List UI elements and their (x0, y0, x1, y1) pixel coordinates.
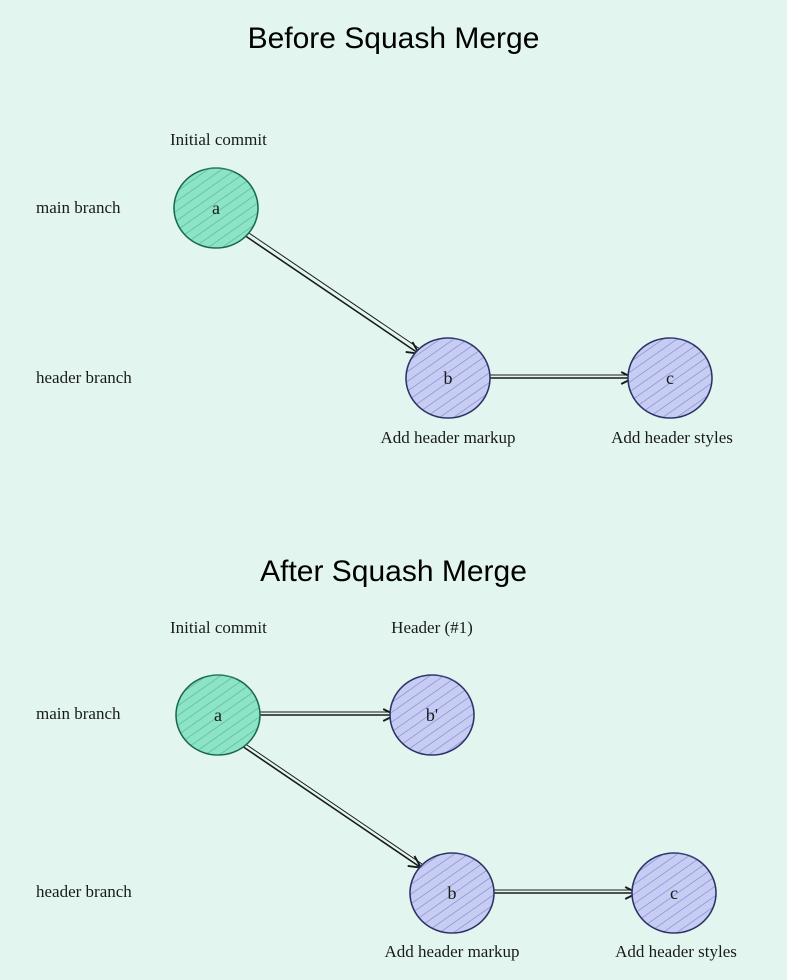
before-commit-c: c (625, 335, 714, 421)
before-edge-a-to-b (244, 231, 420, 353)
after-commit-a-label: Initial commit (170, 618, 267, 638)
after-title: After Squash Merge (0, 555, 787, 589)
before-edge-b-to-c (486, 375, 632, 378)
before-commit-b-id: b (444, 368, 453, 388)
before-title: Before Squash Merge (0, 22, 787, 56)
before-commit-a-label: Initial commit (170, 130, 267, 150)
after-edge-a-to-b (242, 743, 422, 867)
after-commit-b-label: Add header markup (384, 942, 519, 962)
after-diagram: a b' b c (0, 615, 787, 980)
after-commit-bprime-id: b' (426, 705, 438, 725)
after-commit-bprime-label: Header (#1) (391, 618, 473, 638)
after-commit-b-id: b (448, 883, 457, 903)
after-edge-b-to-c (490, 890, 636, 893)
before-commit-b: b (404, 336, 492, 420)
after-commit-a-id: a (214, 705, 222, 725)
before-commit-c-id: c (666, 368, 674, 388)
after-commit-a: a (175, 674, 262, 757)
before-header-branch-label: header branch (36, 368, 132, 388)
after-edge-a-to-bprime (258, 712, 394, 715)
before-main-branch-label: main branch (36, 198, 121, 218)
after-commit-c: c (629, 849, 720, 936)
before-commit-c-label: Add header styles (611, 428, 733, 448)
before-commit-a-id: a (212, 198, 220, 218)
before-diagram: a b c (0, 90, 787, 450)
after-header-branch-label: header branch (36, 882, 132, 902)
after-commit-c-label: Add header styles (615, 942, 737, 962)
after-main-branch-label: main branch (36, 704, 121, 724)
after-commit-bprime: b' (388, 673, 476, 757)
before-commit-b-label: Add header markup (380, 428, 515, 448)
after-commit-c-id: c (670, 883, 678, 903)
